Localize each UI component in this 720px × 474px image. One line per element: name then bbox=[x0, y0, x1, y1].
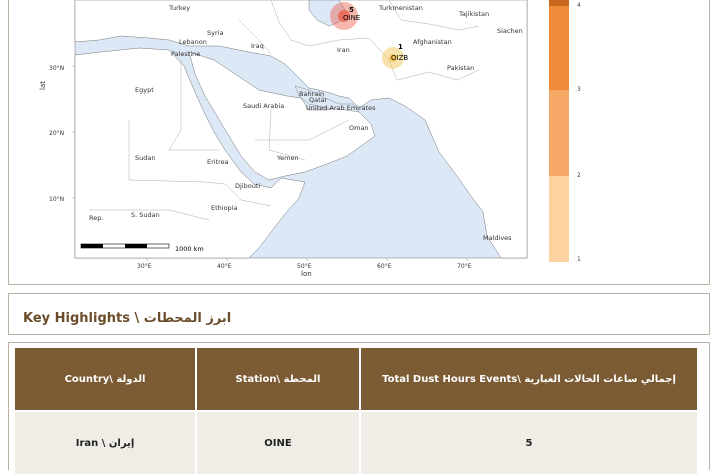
table-row: Iran \ إيران OINE 5 bbox=[15, 410, 697, 474]
column-header-total-dust-hours: Total Dust Hours Events\ إجمالي ساعات ال… bbox=[361, 348, 697, 410]
country-label: Sudan bbox=[135, 154, 155, 162]
country-label: Djibouti bbox=[235, 182, 260, 190]
table-header-row: Country\ الدولة Station\ المحطة Total Du… bbox=[15, 348, 697, 410]
country-label: Afghanistan bbox=[413, 38, 452, 46]
legend-tick-label: 2 bbox=[577, 172, 581, 179]
stations-table: Country\ الدولة Station\ المحطة Total Du… bbox=[13, 348, 699, 474]
lon-tick-label: 70°E bbox=[457, 263, 472, 270]
country-label: Saudi Arabia bbox=[243, 102, 284, 110]
country-label: Egypt bbox=[135, 86, 154, 94]
country-label: Palestine bbox=[171, 50, 200, 58]
country-label: Oman bbox=[349, 124, 369, 132]
station-count-oizb: 1 bbox=[398, 43, 403, 51]
scale-bar bbox=[80, 243, 170, 249]
country-label: Tajikistan bbox=[458, 10, 489, 18]
legend-tick-label: 4 bbox=[577, 2, 581, 9]
legend-segment-1 bbox=[549, 176, 569, 262]
country-label: Rep. bbox=[89, 214, 103, 222]
lat-tick-label: 30°N bbox=[49, 65, 64, 72]
lon-tick-label: 50°E bbox=[297, 263, 312, 270]
lon-tick-label: 60°E bbox=[377, 263, 392, 270]
country-label: Siachen bbox=[497, 27, 523, 35]
legend-tick-label: 1 bbox=[577, 256, 581, 263]
station-code-oizb: OIZB bbox=[391, 54, 408, 62]
country-label: Eritrea bbox=[207, 158, 229, 166]
column-header-country: Country\ الدولة bbox=[15, 348, 195, 410]
country-label: Qatar bbox=[309, 96, 328, 104]
country-label: Syria bbox=[207, 29, 223, 37]
country-label: Yemen bbox=[276, 154, 299, 162]
country-label: S. Sudan bbox=[131, 211, 160, 219]
legend-tick-label: 3 bbox=[577, 86, 581, 93]
station-count-oine: 5 bbox=[349, 6, 354, 14]
legend-segment-2 bbox=[549, 90, 569, 176]
y-axis-label: lat bbox=[39, 81, 47, 90]
country-label: United Arab Emirates bbox=[306, 104, 376, 112]
country-label: Ethiopia bbox=[211, 204, 237, 212]
key-highlights-panel: Key Highlights \ ابرز المحطات bbox=[8, 293, 710, 335]
table-cell-total: 5 bbox=[361, 410, 697, 474]
country-label: Turkmenistan bbox=[378, 4, 423, 12]
country-label: Pakistan bbox=[447, 64, 474, 72]
station-code-oine: OINE bbox=[343, 14, 360, 22]
map-panel: Turkey Turkmenistan Syria Lebanon Palest… bbox=[8, 0, 710, 285]
country-label: Maldives bbox=[483, 234, 512, 242]
legend-colorbar bbox=[549, 0, 569, 262]
lat-tick-label: 10°N bbox=[49, 196, 64, 203]
country-label: Turkey bbox=[168, 4, 190, 12]
legend-segment-3 bbox=[549, 6, 569, 90]
lon-tick-label: 30°E bbox=[137, 263, 152, 270]
table-cell-station: OINE bbox=[197, 410, 359, 474]
column-header-station: Station\ المحطة bbox=[197, 348, 359, 410]
table-cell-country: Iran \ إيران bbox=[15, 410, 195, 474]
stations-table-frame: Country\ الدولة Station\ المحطة Total Du… bbox=[8, 342, 710, 474]
lon-tick-label: 40°E bbox=[217, 263, 232, 270]
lat-tick-label: 20°N bbox=[49, 130, 64, 137]
country-label: Iran bbox=[337, 46, 350, 54]
dust-map: Turkey Turkmenistan Syria Lebanon Palest… bbox=[39, 0, 528, 278]
x-axis-label: lon bbox=[301, 270, 312, 278]
key-highlights-title: Key Highlights \ ابرز المحطات bbox=[23, 311, 232, 326]
country-label: Lebanon bbox=[179, 38, 207, 46]
country-label: Iraq bbox=[251, 42, 264, 50]
scale-bar-label: 1000 km bbox=[175, 245, 204, 253]
